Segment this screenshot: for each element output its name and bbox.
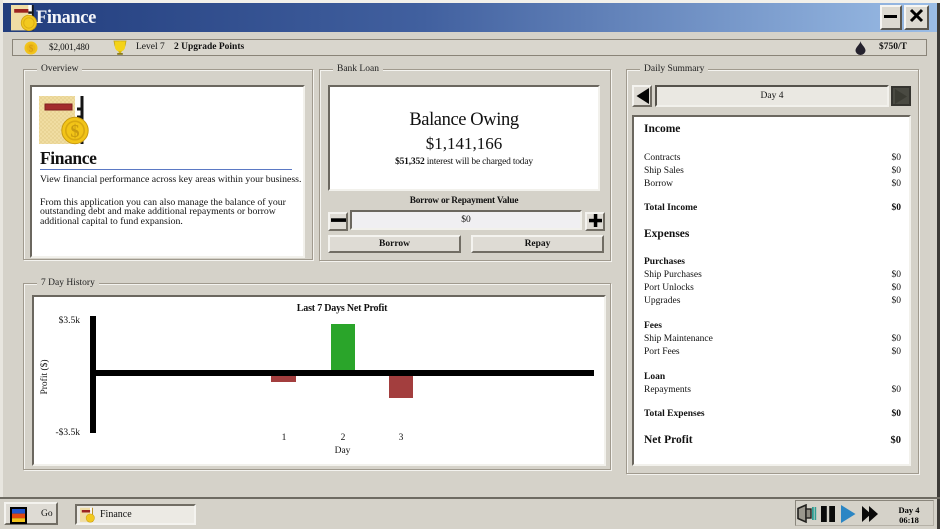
svg-text:$: $	[71, 121, 80, 141]
svg-text:$: $	[29, 44, 34, 54]
